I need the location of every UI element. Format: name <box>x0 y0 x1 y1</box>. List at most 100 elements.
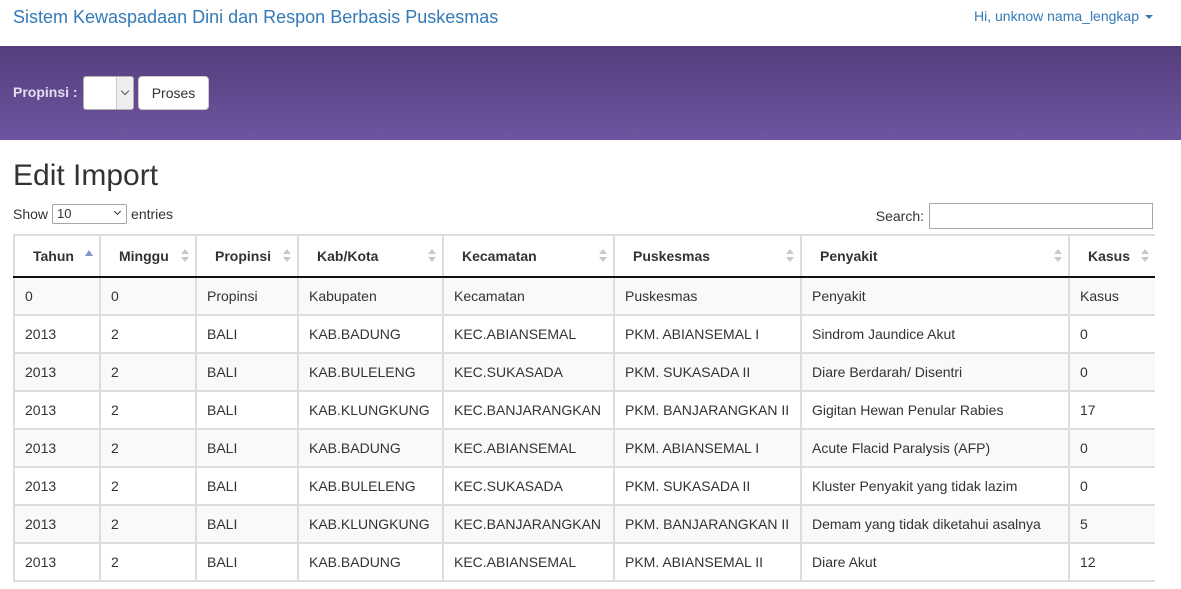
table-cell: Kasus <box>1068 276 1155 316</box>
table-cell: 2 <box>99 352 197 392</box>
table-cell: Diare Berdarah/ Disentri <box>800 352 1070 392</box>
search-label: Search: <box>875 208 924 224</box>
table-cell: PKM. ABIANSEMAL I <box>613 314 802 354</box>
table-cell: 2 <box>99 542 197 582</box>
table-cell: Demam yang tidak diketahui asalnya <box>800 504 1070 544</box>
table-cell: 0 <box>1068 352 1155 392</box>
entries-label: entries <box>131 206 174 222</box>
table-row[interactable]: 2013 2 BALI KAB.BADUNG KEC.ABIANSEMAL PKM. AB… <box>13 428 1155 468</box>
table-cell: Kabupaten <box>297 276 444 316</box>
column-header-kecamatan[interactable]: Kecamatan <box>442 234 615 278</box>
table-cell: KEC.SUKASADA <box>442 466 615 506</box>
show-label: Show <box>13 206 49 222</box>
table-cell: KEC.BANJARANGKAN <box>442 504 615 544</box>
column-header-label: Puskesmas <box>633 248 711 264</box>
table-cell: 0 <box>1068 314 1155 354</box>
column-header-label: Kasus <box>1088 248 1131 264</box>
table-cell: KAB.KLUNGKUNG <box>297 390 444 430</box>
table-cell: 0 <box>13 276 101 316</box>
entries-length-control: Show 10 entries <box>13 204 173 224</box>
table-cell: KEC.ABIANSEMAL <box>442 542 615 582</box>
column-header-label: Tahun <box>33 248 74 264</box>
column-header-propinsi[interactable]: Propinsi <box>195 234 299 278</box>
table-cell: PKM. ABIANSEMAL II <box>613 542 802 582</box>
table-cell: BALI <box>195 504 299 544</box>
table-body: 0 0 Propinsi Kabupaten Kecamatan Puskesmas Pen… <box>13 276 1155 582</box>
user-menu-dropdown[interactable]: Hi, unknow nama_lengkap <box>974 7 1153 25</box>
table-cell: 2 <box>99 466 197 506</box>
propinsi-label: Propinsi : <box>13 84 78 100</box>
entries-select-value: 10 <box>57 206 72 221</box>
table-row[interactable]: 2013 2 BALI KAB.BULELENG KEC.SUKASADA PKM. SU… <box>13 352 1155 392</box>
table-cell: PKM. BANJARANGKAN II <box>613 504 802 544</box>
table-cell: 2 <box>99 314 197 354</box>
search-input[interactable] <box>929 203 1153 229</box>
sort-both-icon <box>1054 249 1062 265</box>
table-cell: Puskesmas <box>613 276 802 316</box>
sort-both-icon <box>599 249 607 265</box>
column-header-penyakit[interactable]: Penyakit <box>800 234 1070 278</box>
table-container: Tahun Minggu Propinsi Kab/Kota Kecamatan Pusk… <box>13 234 1155 589</box>
table-cell: 0 <box>1068 466 1155 506</box>
table-cell: KEC.ABIANSEMAL <box>442 314 615 354</box>
table-cell: PKM. BANJARANGKAN II <box>613 390 802 430</box>
column-header-label: Penyakit <box>820 248 878 264</box>
table-row[interactable]: 2013 2 BALI KAB.BADUNG KEC.ABIANSEMAL PKM. AB… <box>13 542 1155 582</box>
column-header-tahun[interactable]: Tahun <box>13 234 101 278</box>
table-cell: PKM. SUKASADA II <box>613 352 802 392</box>
table-cell: Gigitan Hewan Penular Rabies <box>800 390 1070 430</box>
sort-both-icon <box>1141 249 1149 265</box>
table-cell: Diare Akut <box>800 542 1070 582</box>
table-cell: Acute Flacid Paralysis (AFP) <box>800 428 1070 468</box>
table-cell: BALI <box>195 390 299 430</box>
sort-both-icon <box>428 249 436 265</box>
sort-both-icon <box>181 249 189 265</box>
table-cell: 2013 <box>13 428 101 468</box>
table-cell: Kluster Penyakit yang tidak lazim <box>800 466 1070 506</box>
table-cell: PKM. SUKASADA II <box>613 466 802 506</box>
column-header-puskesmas[interactable]: Puskesmas <box>613 234 802 278</box>
table-cell: 2013 <box>13 314 101 354</box>
caret-down-icon <box>1145 15 1153 19</box>
column-header-minggu[interactable]: Minggu <box>99 234 197 278</box>
app-brand-link[interactable]: Sistem Kewaspadaan Dini dan Respon Berba… <box>13 6 498 28</box>
propinsi-select[interactable] <box>83 76 134 110</box>
table-cell: BALI <box>195 314 299 354</box>
table-cell: 2013 <box>13 466 101 506</box>
proses-button[interactable]: Proses <box>138 76 209 110</box>
table-cell: KAB.BADUNG <box>297 314 444 354</box>
column-header-label: Minggu <box>119 248 169 264</box>
filter-band: Propinsi : Proses <box>0 46 1181 140</box>
table-header-row: Tahun Minggu Propinsi Kab/Kota Kecamatan Pusk… <box>13 234 1155 278</box>
table-row[interactable]: 2013 2 BALI KAB.BULELENG KEC.SUKASADA PKM. SU… <box>13 466 1155 506</box>
table-row[interactable]: 0 0 Propinsi Kabupaten Kecamatan Puskesmas Pen… <box>13 276 1155 316</box>
table-cell: Penyakit <box>800 276 1070 316</box>
table-cell: Propinsi <box>195 276 299 316</box>
table-cell: BALI <box>195 352 299 392</box>
table-cell: KAB.KLUNGKUNG <box>297 504 444 544</box>
table-cell: PKM. ABIANSEMAL I <box>613 428 802 468</box>
column-header-label: Kecamatan <box>462 248 537 264</box>
table-cell: 0 <box>99 276 197 316</box>
table-cell: KAB.BADUNG <box>297 428 444 468</box>
table-cell: 17 <box>1068 390 1155 430</box>
table-row[interactable]: 2013 2 BALI KAB.BADUNG KEC.ABIANSEMAL PKM. AB… <box>13 314 1155 354</box>
column-header-kab-kota[interactable]: Kab/Kota <box>297 234 444 278</box>
entries-select[interactable]: 10 <box>52 204 128 224</box>
table-row[interactable]: 2013 2 BALI KAB.KLUNGKUNG KEC.BANJARANGKAN PK… <box>13 390 1155 430</box>
table-cell: 2013 <box>13 504 101 544</box>
column-header-kasus[interactable]: Kasus <box>1068 234 1155 278</box>
table-cell: KEC.BANJARANGKAN <box>442 390 615 430</box>
chevron-down-icon <box>113 207 122 216</box>
table-cell: BALI <box>195 428 299 468</box>
table-cell: 2 <box>99 390 197 430</box>
table-cell: KEC.SUKASADA <box>442 352 615 392</box>
table-cell: Sindrom Jaundice Akut <box>800 314 1070 354</box>
sort-both-icon <box>786 249 794 265</box>
table-cell: 5 <box>1068 504 1155 544</box>
user-menu-label: Hi, unknow nama_lengkap <box>974 8 1139 24</box>
table-cell: BALI <box>195 466 299 506</box>
table-cell: KAB.BULELENG <box>297 352 444 392</box>
table-cell: KAB.BULELENG <box>297 466 444 506</box>
table-row[interactable]: 2013 2 BALI KAB.KLUNGKUNG KEC.BANJARANGKAN PK… <box>13 504 1155 544</box>
